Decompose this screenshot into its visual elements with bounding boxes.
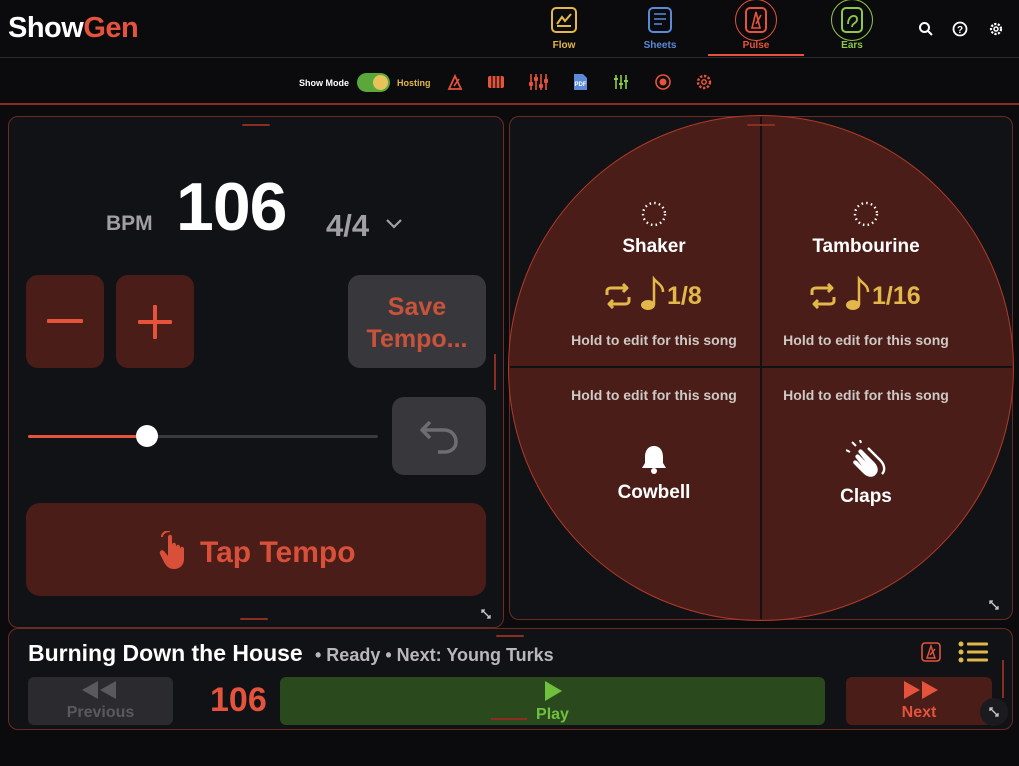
undo-icon xyxy=(420,420,458,454)
shaker-value: 1/8 xyxy=(667,282,702,310)
tab-sheets-label: Sheets xyxy=(643,40,677,51)
song-status: • Ready • Next: Young Turks xyxy=(315,645,554,665)
expand-icon[interactable] xyxy=(481,606,491,619)
app-logo: ShowGen xyxy=(8,12,139,45)
tempo-slider-fill xyxy=(28,435,147,438)
cowbell-hint: Hold to edit for this song xyxy=(571,387,737,403)
toolbar-settings-icon[interactable] xyxy=(695,73,713,91)
piano-icon[interactable] xyxy=(487,73,505,91)
metronome-icon xyxy=(742,6,770,34)
repeat-icon xyxy=(808,282,838,310)
sixteenth-note-icon xyxy=(845,275,871,312)
search-icon[interactable] xyxy=(918,21,934,37)
repeat-icon xyxy=(603,282,633,310)
play-grip xyxy=(491,718,527,720)
tab-flow[interactable]: Flow xyxy=(516,2,612,56)
expand-icon[interactable] xyxy=(989,597,999,610)
save-tempo-line2: Tempo... xyxy=(366,325,468,353)
help-icon[interactable]: ? xyxy=(952,21,968,37)
logo-gen-text: Gen xyxy=(83,12,139,44)
list-icon[interactable] xyxy=(958,641,988,663)
svg-text:?: ? xyxy=(957,25,963,36)
rewind-icon xyxy=(80,680,118,700)
claps-name: Claps xyxy=(840,486,892,507)
tempo-slider-thumb[interactable] xyxy=(136,425,158,447)
panel-resize-handle[interactable] xyxy=(494,354,496,390)
tempo-panel-grip-bottom[interactable] xyxy=(240,618,268,620)
tambourine-hint: Hold to edit for this song xyxy=(783,332,949,348)
undo-button[interactable] xyxy=(392,397,486,475)
svg-text:PDF: PDF xyxy=(575,82,587,88)
claps-hint: Hold to edit for this song xyxy=(783,387,949,403)
show-mode-label: Show Mode xyxy=(299,78,349,88)
shaker-dots-icon xyxy=(641,201,667,227)
tambourine-name: Tambourine xyxy=(812,236,920,257)
toolbar: Show Mode Hosting PDF xyxy=(0,57,1019,105)
time-signature[interactable]: 4/4 xyxy=(326,208,369,244)
record-icon[interactable] xyxy=(654,73,672,91)
fast-forward-icon xyxy=(902,680,940,700)
decrease-tempo-button[interactable] xyxy=(26,275,104,368)
song-title: Burning Down the House xyxy=(28,640,303,666)
flow-icon xyxy=(550,6,578,34)
tab-flow-label: Flow xyxy=(552,40,576,51)
clapping-hands-icon xyxy=(845,439,888,478)
shaker-name: Shaker xyxy=(622,236,686,257)
chevron-down-icon[interactable] xyxy=(385,216,403,230)
settings-icon[interactable] xyxy=(988,21,1004,37)
bpm-label: BPM xyxy=(106,212,153,235)
metronome-icon[interactable] xyxy=(921,642,941,662)
metronome-icon[interactable] xyxy=(446,73,464,91)
tab-pulse[interactable]: Pulse xyxy=(708,0,804,56)
tap-hand-icon xyxy=(156,530,192,571)
play-label: Play xyxy=(536,706,569,723)
pdf-icon[interactable]: PDF xyxy=(571,73,589,91)
equalizer-icon[interactable] xyxy=(612,73,630,91)
sheets-icon xyxy=(646,6,674,34)
transport-expand-button[interactable] xyxy=(980,698,1008,726)
save-tempo-line1: Save xyxy=(387,293,447,321)
increase-tempo-button[interactable] xyxy=(116,275,194,368)
tab-pulse-label: Pulse xyxy=(742,40,770,51)
wheel-divider-horizontal xyxy=(510,366,1012,368)
transport-resize-handle[interactable] xyxy=(1002,660,1004,698)
hosting-label: Hosting xyxy=(397,78,431,88)
bell-icon xyxy=(640,444,668,474)
bpm-value: 106 xyxy=(176,169,287,245)
tab-ears-label: Ears xyxy=(841,40,863,51)
transport-bpm: 106 xyxy=(210,681,267,719)
tab-sheets[interactable]: Sheets xyxy=(612,2,708,56)
logo-show-text: Show xyxy=(8,12,84,44)
tab-ears[interactable]: Ears xyxy=(804,0,900,56)
tambourine-dots-icon xyxy=(853,201,879,227)
shaker-hint: Hold to edit for this song xyxy=(571,332,737,348)
eighth-note-icon xyxy=(640,275,666,312)
minus-icon xyxy=(47,319,83,323)
cowbell-name: Cowbell xyxy=(617,482,691,503)
toggle-knob xyxy=(373,75,388,90)
tap-tempo-label: Tap Tempo xyxy=(200,536,356,569)
next-label: Next xyxy=(901,704,937,721)
tempo-panel-grip-top[interactable] xyxy=(242,124,270,126)
transport-panel-grip[interactable] xyxy=(496,635,524,637)
plus-icon xyxy=(138,305,172,339)
tambourine-value: 1/16 xyxy=(872,282,921,310)
save-tempo-label: Save Tempo... xyxy=(348,291,486,355)
app-header: ShowGen Flow Sheets Pulse Ears ? xyxy=(0,0,1019,57)
previous-label: Previous xyxy=(66,704,135,721)
play-icon xyxy=(542,680,564,702)
mixer-icon[interactable] xyxy=(528,73,548,91)
ears-icon xyxy=(838,6,866,34)
show-mode-toggle[interactable] xyxy=(357,73,390,92)
expand-icon xyxy=(989,707,999,717)
